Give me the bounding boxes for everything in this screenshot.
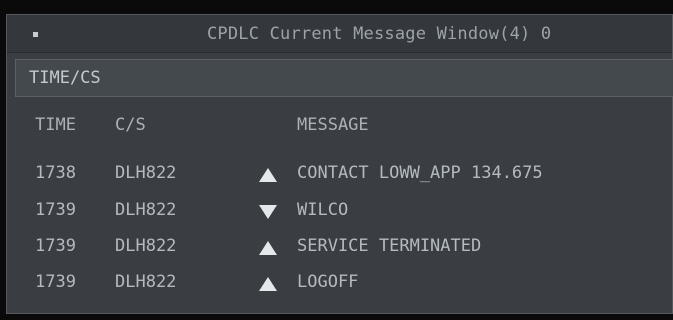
message-row[interactable]: 1739 DLH822 SERVICE TERMINATED (7, 236, 672, 266)
message-callsign: DLH822 (115, 163, 177, 183)
message-text: WILCO (297, 200, 349, 220)
message-text: LOGOFF (297, 272, 359, 292)
column-header-cs[interactable]: C/S (115, 115, 146, 135)
message-time: 1738 (35, 163, 76, 183)
message-time: 1739 (35, 236, 76, 256)
message-time: 1739 (35, 272, 76, 292)
message-callsign: DLH822 (115, 236, 177, 256)
column-header-row: TIME C/S MESSAGE (7, 115, 672, 145)
column-header-message[interactable]: MESSAGE (297, 115, 369, 135)
filter-label-time-cs[interactable]: TIME/CS (29, 68, 101, 88)
system-menu-icon[interactable] (33, 32, 38, 37)
triangle-up-icon (259, 277, 277, 291)
window-title: CPDLC Current Message Window(4) 0 (207, 24, 552, 44)
column-header-time[interactable]: TIME (35, 115, 76, 135)
message-callsign: DLH822 (115, 200, 177, 220)
window-titlebar[interactable]: CPDLC Current Message Window(4) 0 (7, 15, 672, 53)
triangle-up-icon (259, 168, 277, 182)
triangle-up-icon (259, 241, 277, 255)
triangle-down-icon (259, 205, 277, 219)
filter-bar[interactable]: TIME/CS (15, 59, 673, 97)
message-time: 1739 (35, 200, 76, 220)
message-text: SERVICE TERMINATED (297, 236, 482, 256)
cpdlc-current-message-window: CPDLC Current Message Window(4) 0 TIME/C… (6, 14, 673, 314)
message-row[interactable]: 1739 DLH822 LOGOFF (7, 272, 672, 302)
message-row[interactable]: 1739 DLH822 WILCO (7, 200, 672, 230)
message-callsign: DLH822 (115, 272, 177, 292)
message-text: CONTACT LOWW_APP 134.675 (297, 163, 543, 183)
message-row[interactable]: 1738 DLH822 CONTACT LOWW_APP 134.675 (7, 163, 672, 193)
